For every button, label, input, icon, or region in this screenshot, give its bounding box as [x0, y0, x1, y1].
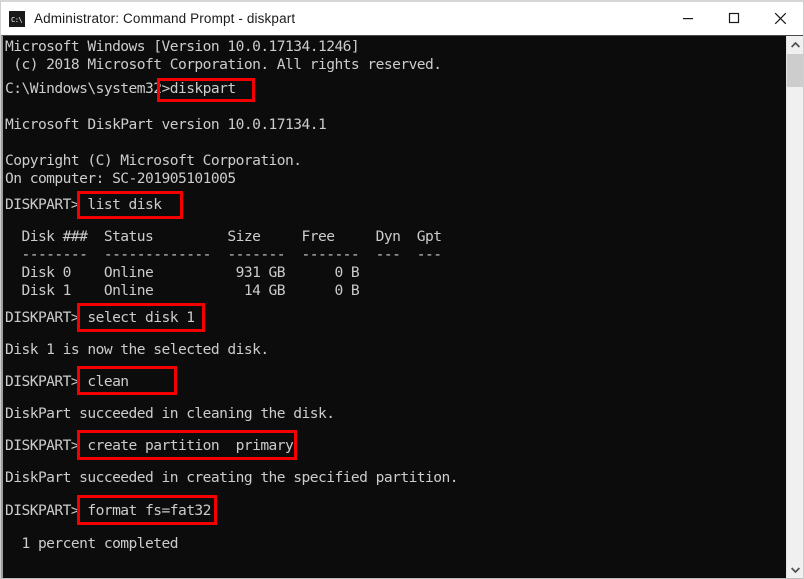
console-line: DISKPART> select disk 1 — [5, 309, 195, 326]
console-line: Disk ### Status Size Free Dyn Gpt — [5, 228, 442, 245]
console-line: Disk 1 is now the selected disk. — [5, 341, 269, 358]
console-line: On computer: SC-201905101005 — [5, 170, 236, 187]
close-button[interactable] — [757, 2, 803, 34]
icon-prompt-glyph: C:\ — [10, 14, 24, 26]
console-line: DiskPart succeeded in cleaning the disk. — [5, 405, 335, 422]
console-line: DISKPART> clean — [5, 373, 129, 390]
console-line: (c) 2018 Microsoft Corporation. All righ… — [5, 56, 442, 73]
minimize-button[interactable] — [665, 2, 711, 34]
console-line: Disk 1 Online 14 GB 0 B — [5, 282, 360, 299]
command-prompt-icon[interactable]: C:\ — [9, 10, 25, 27]
command-prompt-window: C:\ Administrator: Command Prompt - disk… — [0, 0, 804, 579]
chevron-up-icon — [790, 41, 800, 48]
chevron-down-icon — [790, 566, 800, 573]
console-line: DiskPart succeeded in creating the speci… — [5, 469, 459, 486]
close-icon — [774, 12, 786, 24]
console-line: C:\Windows\system32>diskpart — [5, 80, 236, 97]
console-line: Disk 0 Online 931 GB 0 B — [5, 264, 360, 281]
scrollbar-thumb[interactable] — [787, 54, 803, 87]
console-line: Copyright (C) Microsoft Corporation. — [5, 152, 302, 169]
scroll-down-button[interactable] — [787, 561, 803, 578]
scroll-up-button[interactable] — [787, 36, 803, 53]
console-line: DISKPART> list disk — [5, 196, 162, 213]
window-controls — [665, 2, 803, 35]
console-line: Microsoft Windows [Version 10.0.17134.12… — [5, 38, 360, 55]
console-line: DISKPART> create partition primary — [5, 437, 294, 454]
maximize-button[interactable] — [711, 2, 757, 34]
console-line: -------- ------------- ------- ------- -… — [5, 246, 442, 263]
console-area: Microsoft Windows [Version 10.0.17134.12… — [1, 35, 803, 578]
console-scrollbar[interactable] — [786, 36, 803, 578]
console-line: Microsoft DiskPart version 10.0.17134.1 — [5, 116, 327, 133]
console-line: DISKPART> format fs=fat32 — [5, 502, 211, 519]
window-title: Administrator: Command Prompt - diskpart — [34, 11, 296, 26]
title-bar[interactable]: C:\ Administrator: Command Prompt - disk… — [1, 2, 803, 35]
maximize-icon — [728, 12, 740, 24]
console-line: 1 percent completed — [5, 535, 178, 552]
console-output[interactable]: Microsoft Windows [Version 10.0.17134.12… — [3, 36, 786, 578]
minimize-icon — [683, 18, 693, 20]
